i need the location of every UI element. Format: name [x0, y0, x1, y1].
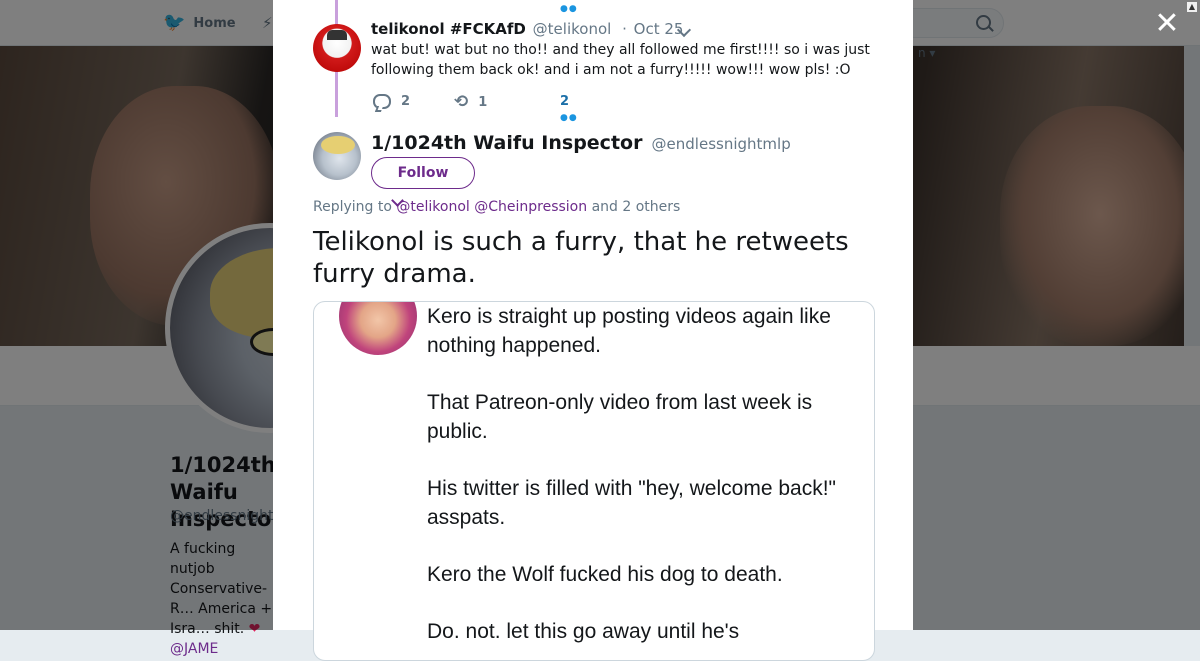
media-avatar — [339, 302, 417, 355]
replying-prefix: Replying to — [313, 199, 392, 215]
main-author-name[interactable]: 1/1024th Waifu Inspector — [371, 132, 642, 154]
reply-icon — [373, 94, 391, 109]
replying-to-line: Replying to @telikonol @Cheinpression an… — [313, 199, 680, 215]
main-avatar[interactable] — [313, 132, 361, 180]
media-paragraph: Kero is straight up posting videos again… — [427, 305, 831, 357]
reply-avatar[interactable] — [313, 24, 361, 72]
close-icon[interactable]: ✕ — [1153, 9, 1181, 39]
reply-text: wat but! wat but no tho!! and they all f… — [371, 42, 870, 78]
reply-author-name[interactable]: telikonol #FCKAfD — [371, 20, 526, 38]
reply-header: telikonol #FCKAfD @telikonol · Oct 25 — [371, 20, 683, 38]
retweet-icon: ⟲ — [454, 92, 469, 112]
like-count: 2 — [560, 94, 570, 109]
media-paragraph: That Patreon-only video from last week i… — [427, 391, 813, 443]
reply-action-reply[interactable]: 2 — [373, 94, 410, 109]
reply-action-like[interactable]: 2 — [560, 94, 569, 109]
reply-action-retweet[interactable]: ⟲ 1 — [454, 94, 487, 111]
more-dots-icon[interactable]: ●● — [560, 113, 578, 123]
avatar-cap — [327, 30, 347, 40]
tweet-text: Telikonol is such a furry, that he retwe… — [313, 227, 849, 289]
main-author-handle[interactable]: @endlessnightmlp — [652, 135, 791, 153]
dot-separator: · — [622, 20, 627, 38]
tweet-media-image[interactable]: Kero is straight up posting videos again… — [313, 301, 875, 661]
retweet-count: 1 — [478, 95, 488, 110]
follow-button[interactable]: Follow — [371, 157, 475, 189]
scrollbar-arrow-up-icon[interactable]: ▲ — [1187, 2, 1197, 12]
avatar-mane — [321, 136, 355, 154]
media-paragraph: His twitter is filled with "hey, welcome… — [427, 477, 836, 529]
media-text: Kero is straight up posting videos again… — [427, 302, 847, 660]
media-paragraph: Kero the Wolf fucked his dog to death. — [427, 563, 783, 586]
media-paragraph: Do. not. let this go away until he's — [427, 620, 740, 643]
replying-mentions[interactable]: @telikonol @Cheinpression — [396, 199, 587, 215]
profile-bio-mention[interactable]: @JAME — [170, 641, 218, 657]
reply-author-handle[interactable]: @telikonol — [533, 20, 612, 38]
main-author: 1/1024th Waifu Inspector @endlessnightml… — [371, 132, 791, 154]
more-dots-icon[interactable]: ●● — [560, 4, 578, 14]
replying-suffix[interactable]: and 2 others — [592, 199, 681, 215]
reply-count: 2 — [401, 94, 411, 109]
